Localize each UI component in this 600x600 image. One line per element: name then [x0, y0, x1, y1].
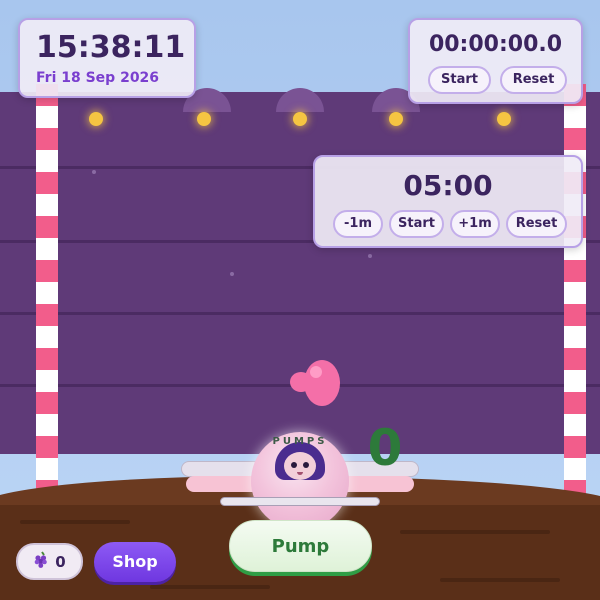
timer-minus-minute-button[interactable]: -1m — [333, 210, 383, 238]
timer-plus-minute-button[interactable]: +1m — [450, 210, 500, 238]
countdown-timer-card: 05:00 -1m Start +1m Reset — [313, 155, 583, 248]
ground-groove — [20, 520, 130, 524]
dust-particle — [368, 254, 372, 258]
ground-groove — [400, 530, 550, 534]
light-bulb — [389, 112, 403, 126]
pumps-count: 0 — [367, 419, 403, 477]
stopwatch-card: 00:00:00.0 Start Reset — [408, 18, 583, 104]
wall-plank-line — [0, 312, 600, 315]
character-face — [284, 452, 316, 480]
light-bulb — [89, 112, 103, 126]
stopwatch-start-button[interactable]: Start — [428, 66, 491, 94]
dust-particle — [92, 170, 96, 174]
pumps-label: PUMPS — [272, 436, 328, 447]
light-bulb — [293, 112, 307, 126]
clock-date: Fri 18 Sep 2026 — [36, 70, 160, 86]
grape-icon — [33, 550, 49, 573]
pump-button[interactable]: Pump — [229, 520, 372, 572]
character-eye — [303, 462, 309, 468]
pump-progress-bar — [220, 497, 380, 506]
light-bulb — [197, 112, 211, 126]
clock-card: 15:38:11 Fri 18 Sep 2026 — [18, 18, 196, 98]
dust-particle — [230, 272, 234, 276]
ground-groove — [150, 585, 270, 589]
character-eye — [291, 462, 297, 468]
light-bulb — [497, 112, 511, 126]
grape-count: 0 — [55, 552, 66, 571]
balloon-highlight — [310, 366, 322, 378]
ground-groove — [440, 578, 560, 582]
shop-button[interactable]: Shop — [94, 542, 176, 582]
stopwatch-time: 00:00:00.0 — [428, 32, 563, 57]
grape-counter: 0 — [16, 543, 83, 580]
timer-reset-button[interactable]: Reset — [506, 210, 567, 238]
stopwatch-reset-button[interactable]: Reset — [500, 66, 567, 94]
wooden-wall — [0, 92, 600, 454]
timer-time: 05:00 — [403, 169, 493, 202]
balloon — [304, 360, 340, 406]
timer-start-button[interactable]: Start — [389, 210, 444, 238]
striped-post-left — [36, 84, 58, 504]
striped-post-right — [564, 84, 586, 504]
clock-time: 15:38:11 — [36, 30, 186, 65]
